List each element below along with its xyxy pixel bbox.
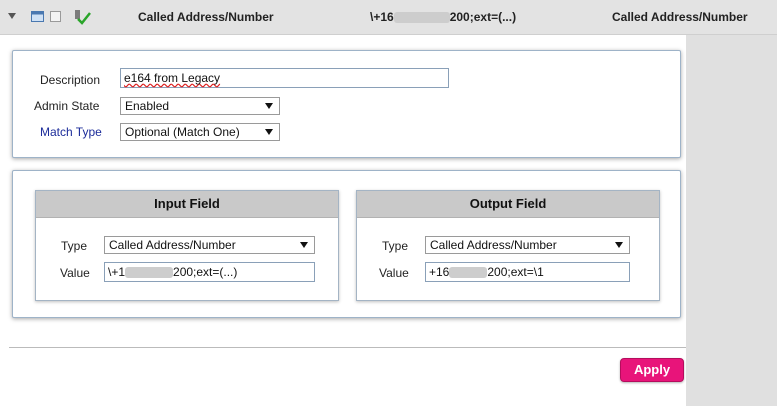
input-type-label: Type xyxy=(61,239,88,253)
match-type-select[interactable]: Optional (Match One) xyxy=(120,123,280,141)
checkbox-icon[interactable] xyxy=(50,10,62,23)
redacted-digits xyxy=(393,12,450,24)
redacted-digits xyxy=(125,267,174,279)
dropdown-arrow-icon xyxy=(615,242,623,248)
input-value-field[interactable]: \+1 200;ext=(...) xyxy=(104,262,315,282)
input-value-suffix: 200;ext=(...) xyxy=(173,265,238,279)
dropdown-arrow-icon xyxy=(300,242,308,248)
output-value-prefix: +16 xyxy=(429,265,450,279)
match-type-label[interactable]: Match Type xyxy=(40,125,102,139)
input-field-box: Input Field Type Called Address/Number V… xyxy=(35,190,339,301)
right-gutter xyxy=(686,35,777,406)
output-type-value: Called Address/Number xyxy=(430,238,557,252)
dropdown-arrow-icon xyxy=(265,103,273,109)
admin-state-select[interactable]: Enabled xyxy=(120,97,280,115)
header-type-right: Called Address/Number xyxy=(612,10,748,24)
input-value-label: Value xyxy=(60,266,90,280)
header-match-value: \+16 200;ext=(...) xyxy=(370,10,516,24)
output-field-title: Output Field xyxy=(357,191,659,218)
input-field-title: Input Field xyxy=(36,191,338,218)
output-type-label: Type xyxy=(382,239,409,253)
enabled-check-icon xyxy=(75,10,91,25)
dropdown-arrow-icon xyxy=(265,129,273,135)
rule-header-row[interactable]: Called Address/Number \+16 200;ext=(...) … xyxy=(0,0,777,35)
output-value-field[interactable]: +16 200;ext=\1 xyxy=(425,262,630,282)
header-match-prefix: \+16 xyxy=(370,10,394,24)
input-type-select[interactable]: Called Address/Number xyxy=(104,236,315,254)
redacted-digits xyxy=(449,267,488,279)
rule-details-box: Description e164 from Legacy Admin State… xyxy=(12,50,681,158)
header-type: Called Address/Number xyxy=(138,10,274,24)
input-type-value: Called Address/Number xyxy=(109,238,236,252)
description-label: Description xyxy=(40,73,101,87)
output-type-select[interactable]: Called Address/Number xyxy=(425,236,630,254)
apply-button[interactable]: Apply xyxy=(620,358,684,382)
admin-state-label: Admin State xyxy=(34,99,100,113)
admin-state-value: Enabled xyxy=(125,99,170,113)
match-type-value: Optional (Match One) xyxy=(125,125,240,139)
input-value-prefix: \+1 xyxy=(108,265,126,279)
description-value: e164 from Legacy xyxy=(124,71,221,85)
fields-container: Input Field Type Called Address/Number V… xyxy=(12,170,681,318)
output-value-label: Value xyxy=(379,266,409,280)
output-value-suffix: 200;ext=\1 xyxy=(487,265,544,279)
description-input[interactable]: e164 from Legacy xyxy=(120,68,449,88)
footer-divider xyxy=(9,347,686,348)
header-match-suffix: 200;ext=(...) xyxy=(449,10,517,24)
output-field-box: Output Field Type Called Address/Number … xyxy=(356,190,660,301)
window-icon[interactable] xyxy=(31,10,45,23)
expand-chevron-icon[interactable] xyxy=(8,13,16,19)
